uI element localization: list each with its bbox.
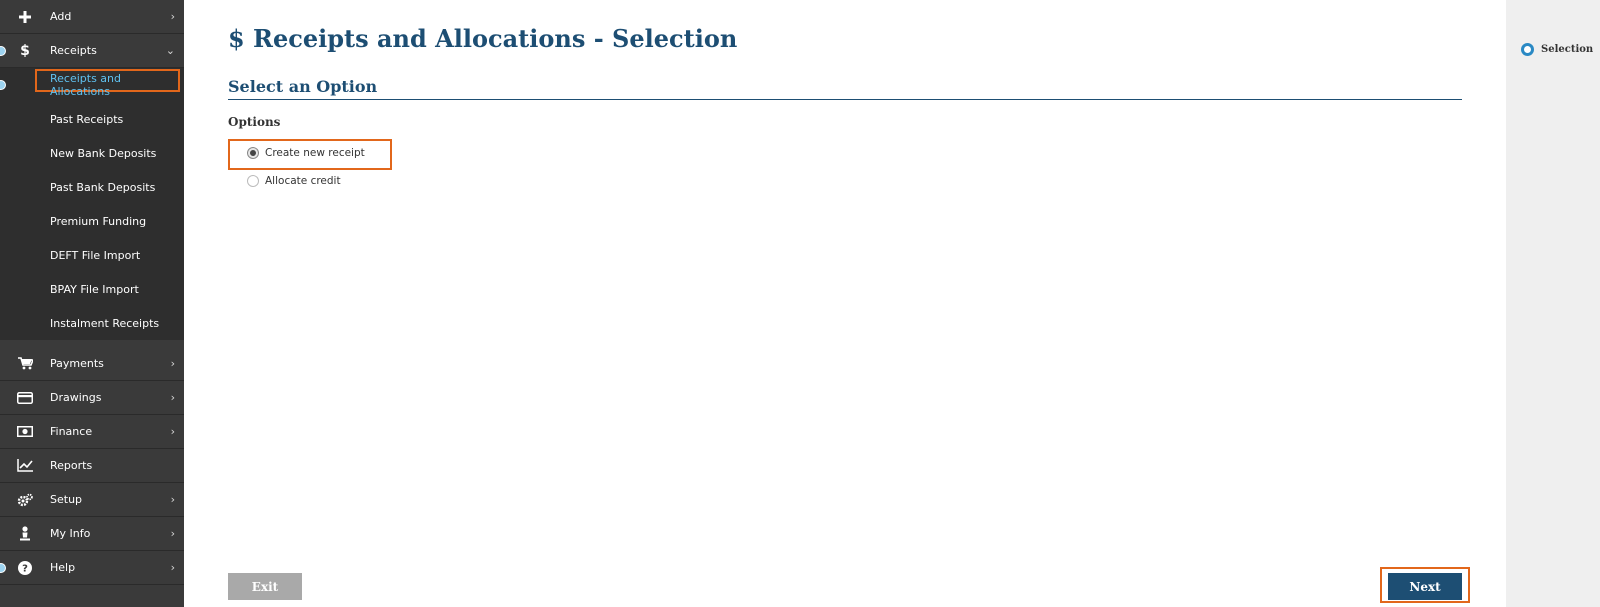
radio-button[interactable] bbox=[247, 175, 259, 187]
step-selection[interactable]: Selection bbox=[1521, 43, 1593, 56]
sidebar-item-label: My Info bbox=[50, 527, 91, 540]
sidebar-nav: Add › $ Receipts ⌄ Receipts and Allocati… bbox=[0, 0, 184, 607]
sidebar-subitem-receipts-and-allocations[interactable]: Receipts and Allocations bbox=[0, 68, 184, 102]
options-label: Options bbox=[228, 115, 281, 129]
chevron-right-icon: › bbox=[170, 10, 175, 23]
sidebar-subitem-label: BPAY File Import bbox=[50, 282, 139, 296]
sidebar-item-label: Reports bbox=[50, 459, 93, 472]
sidebar-subitem-label: Past Bank Deposits bbox=[50, 180, 156, 194]
section-title: Select an Option bbox=[228, 77, 378, 96]
sidebar-item-label: Finance bbox=[50, 425, 93, 438]
sidebar-subitem-deft-file-import[interactable]: DEFT File Import bbox=[0, 238, 184, 272]
svg-text:?: ? bbox=[22, 563, 28, 574]
step-indicator-icon bbox=[1521, 43, 1534, 56]
chevron-right-icon: › bbox=[170, 357, 175, 370]
sidebar-subitem-premium-funding[interactable]: Premium Funding bbox=[0, 204, 184, 238]
sidebar-item-label: Setup bbox=[50, 493, 83, 506]
chevron-right-icon: › bbox=[170, 493, 175, 506]
radio-label: Allocate credit bbox=[265, 175, 341, 187]
active-indicator-dot bbox=[0, 562, 6, 573]
radio-label: Create new receipt bbox=[265, 147, 365, 159]
sidebar-item-setup[interactable]: Setup › bbox=[0, 483, 184, 517]
sidebar-subitem-label: Receipts and Allocations bbox=[50, 72, 122, 98]
chevron-right-icon: › bbox=[170, 391, 175, 404]
sidebar-subitem-label: Instalment Receipts bbox=[50, 316, 160, 330]
cart-icon bbox=[17, 356, 33, 372]
radio-allocate-credit[interactable]: Allocate credit bbox=[247, 175, 341, 187]
sidebar-item-label: Drawings bbox=[50, 391, 102, 404]
active-indicator-dot bbox=[0, 45, 6, 56]
sidebar-subitem-new-bank-deposits[interactable]: New Bank Deposits bbox=[0, 136, 184, 170]
chart-line-icon bbox=[17, 458, 33, 474]
sidebar-item-label: Payments bbox=[50, 357, 104, 370]
sidebar-subitem-label: New Bank Deposits bbox=[50, 146, 157, 160]
sidebar-item-drawings[interactable]: Drawings › bbox=[0, 381, 184, 415]
person-icon bbox=[17, 526, 33, 542]
chevron-right-icon: › bbox=[170, 425, 175, 438]
chevron-down-icon: ⌄ bbox=[165, 44, 175, 57]
sidebar-subitem-past-bank-deposits[interactable]: Past Bank Deposits bbox=[0, 170, 184, 204]
sidebar-item-label: Receipts bbox=[50, 44, 97, 57]
plus-icon bbox=[17, 9, 33, 25]
card-icon bbox=[17, 390, 33, 406]
active-indicator-dot bbox=[0, 80, 6, 90]
exit-button[interactable]: Exit bbox=[228, 573, 302, 600]
step-rail: Selection bbox=[1506, 0, 1600, 607]
page-title: $ Receipts and Allocations - Selection bbox=[228, 24, 738, 53]
sidebar-item-help[interactable]: ? Help › bbox=[0, 551, 184, 585]
sidebar-subitem-past-receipts[interactable]: Past Receipts bbox=[0, 102, 184, 136]
sidebar-subitem-label: Past Receipts bbox=[50, 112, 124, 126]
sidebar-item-label: Help bbox=[50, 561, 76, 574]
radio-button-checked[interactable] bbox=[247, 147, 259, 159]
sidebar-item-reports[interactable]: Reports bbox=[0, 449, 184, 483]
sidebar-item-my-info[interactable]: My Info › bbox=[0, 517, 184, 551]
sidebar-subitem-label: Premium Funding bbox=[50, 214, 147, 228]
sidebar-item-add[interactable]: Add › bbox=[0, 0, 184, 34]
help-icon: ? bbox=[17, 560, 33, 576]
next-button[interactable]: Next bbox=[1388, 573, 1462, 600]
chevron-right-icon: › bbox=[170, 561, 175, 574]
radio-create-new-receipt[interactable]: Create new receipt bbox=[247, 147, 365, 159]
sidebar-subitem-bpay-file-import[interactable]: BPAY File Import bbox=[0, 272, 184, 306]
cash-icon bbox=[17, 424, 33, 440]
sidebar-subitem-label: DEFT File Import bbox=[50, 248, 141, 262]
main-content: $ Receipts and Allocations - Selection S… bbox=[184, 0, 1506, 607]
sidebar-item-receipts[interactable]: $ Receipts ⌄ bbox=[0, 34, 184, 68]
gears-icon bbox=[17, 492, 33, 508]
sidebar-subitem-instalment-receipts[interactable]: Instalment Receipts bbox=[0, 306, 184, 340]
dollar-icon: $ bbox=[20, 42, 30, 59]
step-label: Selection bbox=[1541, 44, 1594, 55]
sidebar-item-finance[interactable]: Finance › bbox=[0, 415, 184, 449]
chevron-right-icon: › bbox=[170, 527, 175, 540]
sidebar-item-label: Add bbox=[50, 10, 72, 23]
section-divider bbox=[228, 99, 1462, 100]
sidebar-item-payments[interactable]: Payments › bbox=[0, 347, 184, 381]
